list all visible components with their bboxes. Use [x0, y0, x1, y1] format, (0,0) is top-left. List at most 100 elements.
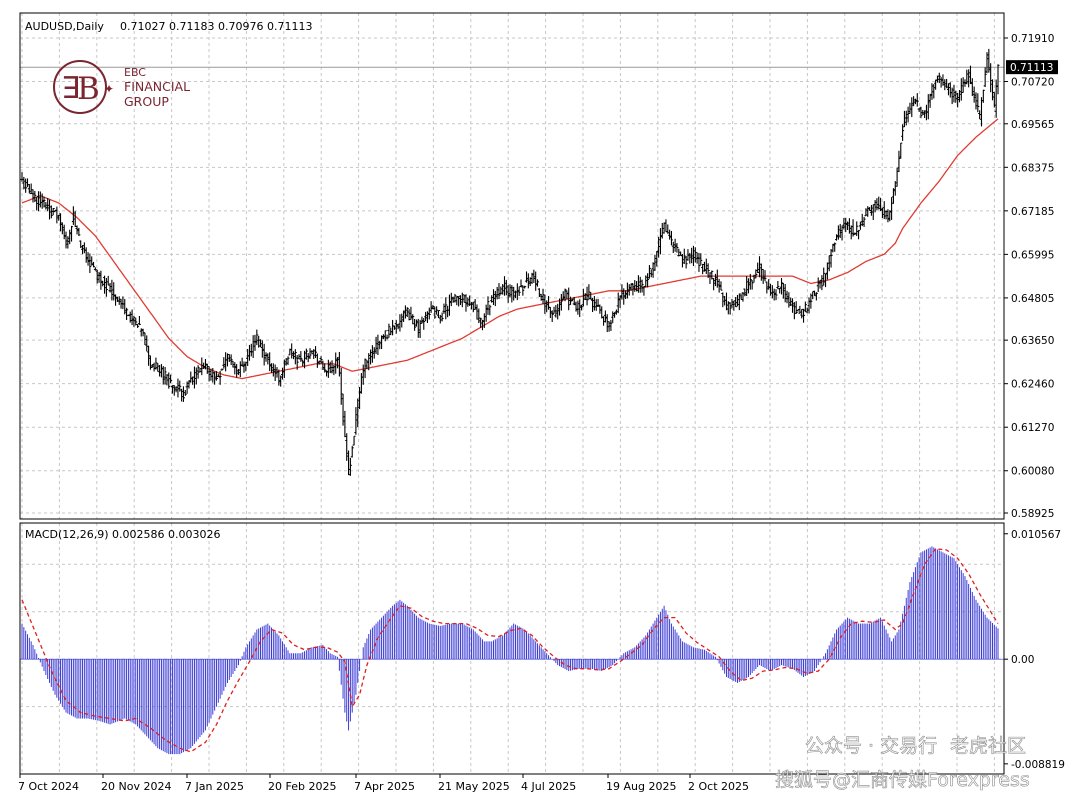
ohlc-bar: [37, 191, 41, 212]
ohlc-bar: [308, 348, 312, 359]
ohlc-bar: [152, 362, 156, 372]
ohlc-bar: [783, 284, 787, 303]
ohlc-bar: [409, 306, 413, 320]
logo-line1: EBC: [124, 66, 146, 79]
ohlc-bar: [247, 344, 251, 361]
ohlc-bar: [666, 224, 670, 234]
ohlc-bar: [653, 254, 657, 271]
svg-text:B: B: [77, 71, 100, 107]
ohlc-bar: [394, 320, 398, 334]
x-tick-label: 19 Aug 2025: [606, 780, 676, 793]
ohlc-bar: [442, 303, 446, 314]
ohlc-bar: [64, 231, 68, 249]
ohlc-bar: [603, 310, 607, 323]
ohlc-bar: [425, 311, 429, 324]
ohlc-bar: [475, 304, 479, 320]
ohlc-bar: [981, 89, 985, 103]
ohlc-bar: [321, 360, 325, 370]
ohlc-bar: [97, 271, 101, 283]
x-tick-label: 2 Oct 2025: [688, 780, 749, 793]
ohlc-bar: [62, 224, 66, 240]
ohlc-bar: [253, 334, 257, 351]
ohlc-bar: [132, 315, 136, 327]
ohlc-bar: [486, 296, 490, 315]
x-tick-label: 20 Nov 2024: [101, 780, 171, 793]
ohlc-bar: [858, 221, 862, 230]
ohlc-bar: [987, 48, 991, 73]
ohlc-bar: [403, 305, 407, 319]
ohlc-bar: [660, 222, 664, 239]
ohlc-bar: [213, 371, 217, 385]
ohlc-bar: [855, 221, 859, 237]
y-tick-label: 0.69565: [1011, 119, 1054, 131]
ohlc-bar: [910, 97, 914, 118]
ohlc-bar: [647, 265, 651, 279]
ohlc-bar: [746, 278, 750, 294]
ohlc-bar: [220, 368, 224, 371]
ohlc-bar: [176, 378, 180, 398]
ohlc-bar: [95, 269, 99, 284]
ohlc-bar: [669, 230, 673, 246]
ohlc-bar: [611, 311, 615, 323]
ohlc-bar: [614, 309, 618, 315]
ohlc-bar: [455, 295, 459, 306]
ohlc-bar: [519, 279, 523, 288]
ohlc-bar: [411, 314, 415, 325]
ohlc-bar: [638, 276, 642, 293]
macd-y-tick-label: 0.00: [1011, 654, 1034, 666]
ohlc-bar: [715, 269, 719, 288]
ohlc-bar: [46, 198, 50, 212]
ohlc-bar: [537, 288, 541, 297]
ohlc-bar: [840, 225, 844, 241]
ohlc-bar: [996, 64, 1000, 95]
y-tick-label: 0.60080: [1011, 466, 1054, 478]
ohlc-bar: [939, 77, 943, 88]
logo-line3: GROUP: [124, 94, 169, 109]
ohlc-bar: [957, 90, 961, 103]
ohlc-bar: [444, 297, 448, 320]
ohlc-bar: [649, 269, 653, 278]
y-tick-label: 0.61270: [1011, 422, 1054, 434]
ohlc-bar: [180, 388, 184, 402]
ohlc-bar: [890, 197, 894, 220]
ohlc-bar: [983, 67, 987, 87]
ohlc-bar: [325, 370, 329, 377]
ohlc-bar: [236, 368, 240, 375]
ohlc-bar: [814, 292, 818, 301]
ohlc-bar: [785, 290, 789, 304]
ohlc-bar: [675, 243, 679, 253]
y-tick-label: 0.65995: [1011, 249, 1054, 261]
ohlc-bar: [829, 249, 833, 268]
ohlc-bar: [293, 349, 297, 365]
ohlc-bar: [158, 365, 162, 377]
ohlc-bar: [372, 347, 376, 359]
ohlc-bar: [772, 288, 776, 301]
ohlc-bar: [137, 315, 141, 325]
ohlc-bar: [807, 297, 811, 314]
ohlc-bar: [106, 275, 110, 286]
ohlc-bar: [979, 97, 983, 127]
ohlc-bar: [172, 385, 176, 396]
ohlc-bar: [552, 306, 556, 314]
ohlc-bar: [796, 308, 800, 312]
ohlc-bar: [822, 267, 826, 286]
x-tick-label: 21 May 2025: [438, 780, 510, 793]
ohlc-bar: [499, 286, 503, 295]
ohlc-bar: [446, 305, 450, 318]
ohlc-bar: [181, 386, 185, 402]
ohlc-bar: [602, 316, 606, 326]
ohlc-bar: [759, 263, 763, 281]
ohlc-bar: [992, 92, 996, 108]
ohlc-bar: [849, 225, 853, 240]
ohlc-bar: [756, 262, 760, 274]
ohlc-bar: [347, 450, 351, 476]
ohlc-bar: [194, 367, 198, 385]
time-axis: 7 Oct 2024 20 Nov 2024 7 Jan 2025 20 Feb 20…: [18, 774, 749, 793]
ohlc-bar: [776, 281, 780, 290]
ohlc-bar: [167, 372, 171, 389]
ohlc-bar: [350, 446, 354, 458]
ohlc-bar: [330, 360, 334, 374]
ohlc-bar: [436, 310, 440, 319]
ohlc-bar: [523, 285, 527, 289]
ohlc-bar: [163, 366, 167, 385]
